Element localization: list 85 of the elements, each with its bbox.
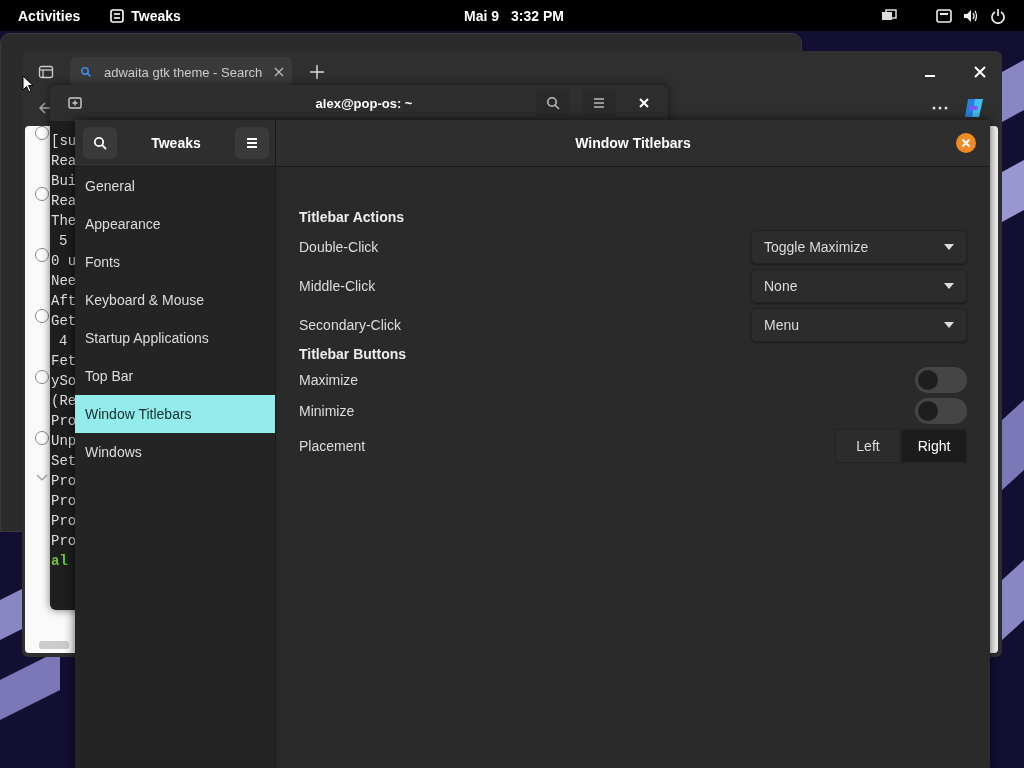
clock[interactable]: Mai 9 3:32 PM [464,8,564,24]
window-title: alex@pop-os: ~ [314,95,414,111]
caret-icon [944,241,954,252]
scrollbar[interactable] [39,641,69,649]
terminal-line: Pro [51,532,77,551]
terminal-line: Fet [51,352,77,371]
radio-icon[interactable] [35,309,49,323]
caret-icon [944,319,954,330]
radio-icon[interactable] [35,126,49,140]
toggle-switch[interactable] [915,366,967,393]
back-arrow-icon[interactable] [38,101,52,115]
terminal-line: Nee [51,272,77,291]
radio-icon[interactable] [35,431,49,445]
toggle-switch[interactable] [915,397,967,424]
activities-button[interactable]: Activities [18,7,81,24]
segment-button[interactable]: Right [901,429,967,463]
sidebar-icon[interactable] [38,64,54,80]
dropdown[interactable]: Toggle Maximize [751,229,967,264]
setting-label: Middle-Click [299,277,376,294]
setting-label: Secondary-Click [299,316,401,333]
section-heading: Titlebar Buttons [299,345,408,364]
search-icon [546,96,560,110]
menu-button[interactable] [582,89,616,117]
close-icon[interactable] [956,133,976,153]
terminal-line: The [51,212,77,231]
browser-tab[interactable]: adwaita gtk theme - Search [70,57,292,87]
menu-button[interactable] [235,127,269,159]
setting-label: Maximize [299,371,359,388]
copilot-logo-icon[interactable] [962,96,986,120]
page-title: Window Titlebars [575,135,691,151]
terminal-line: ySo [51,372,77,391]
new-tab-icon[interactable] [310,65,324,79]
terminal-line: Pro [51,512,77,531]
sidebar-item[interactable]: Appearance [75,205,275,243]
section-heading: Titlebar Actions [299,208,406,227]
search-icon [93,136,107,150]
setting-label: Placement [299,438,366,454]
search-icon [80,66,92,78]
search-button[interactable] [83,127,117,159]
setting-label: Double-Click [299,238,379,255]
app-title: Tweaks [151,135,201,151]
power-icon[interactable] [990,7,1006,24]
close-icon[interactable] [274,67,285,77]
terminal-line: Bui [51,172,77,191]
dropdown[interactable]: Menu [751,307,967,342]
terminal-line: 0 u [51,252,77,271]
terminal-line: al [51,552,68,571]
mouse-pointer-icon [22,75,34,93]
app-menu-label[interactable]: Tweaks [131,7,181,24]
segment-button[interactable]: Left [835,429,901,463]
menu-icon [245,136,259,150]
radio-icon[interactable] [35,187,49,201]
terminal-line: Pro [51,472,77,491]
menu-icon [592,96,606,110]
new-tab-icon[interactable] [68,96,82,110]
caret-icon [944,280,954,291]
terminal-line: Set [51,452,77,471]
setting-label: Minimize [299,402,355,419]
sidebar-item[interactable]: Windows [75,433,275,471]
terminal-line: Unp [51,432,77,451]
search-button[interactable] [536,89,570,117]
terminal-line: Rea [51,192,77,211]
terminal-line: 4 [58,332,68,351]
terminal-line: Pro [51,412,77,431]
radio-icon[interactable] [35,370,49,384]
sidebar-item[interactable]: Window Titlebars [75,395,275,433]
sidebar-item[interactable]: General [75,167,275,205]
sidebar-item[interactable]: Fonts [75,243,275,281]
terminal-line: (Re [51,392,77,411]
tweaks-app-icon [110,8,125,23]
time-label: 3:32 PM [511,8,564,24]
terminal-line: Rea [51,152,77,171]
sidebar-item[interactable]: Startup Applications [75,319,275,357]
keyboard-icon[interactable] [936,7,952,24]
radio-icon[interactable] [35,248,49,262]
sidebar-item[interactable]: Keyboard & Mouse [75,281,275,319]
date-label: Mai 9 [464,8,499,24]
sidebar-item[interactable]: Top Bar [75,357,275,395]
terminal-line: 5 [58,232,68,251]
terminal-line: [su [51,132,77,151]
terminal-line: Get [51,312,77,331]
terminal-line: Pro [51,492,77,511]
dropdown[interactable]: None [751,268,967,303]
terminal-line: Aft [51,292,77,311]
more-icon[interactable] [932,105,948,111]
